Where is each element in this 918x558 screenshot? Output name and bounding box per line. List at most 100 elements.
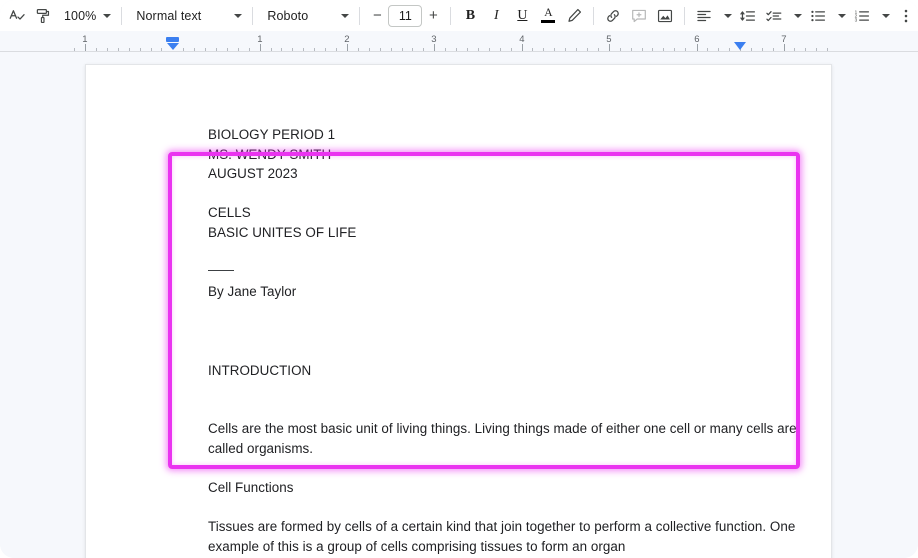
ruler-tick-minor (761, 48, 763, 51)
underline-button[interactable]: U (509, 3, 535, 28)
ruler-tick-minor (663, 48, 665, 51)
ruler-tick-major (784, 44, 785, 51)
insert-image-icon[interactable] (652, 3, 678, 28)
align-left-icon[interactable] (691, 3, 717, 28)
document-subtitle-line: BASIC UNITES OF LIFE (208, 224, 357, 240)
more-options-icon[interactable] (893, 3, 918, 28)
left-indent-handle[interactable] (166, 43, 179, 50)
ruler-tick-minor (707, 48, 708, 51)
document-canvas[interactable]: BIOLOGY PERIOD 1 MS. WENDY SMITH AUGUST … (0, 52, 918, 558)
ruler-tick-major (697, 44, 698, 51)
ruler-tick-minor (619, 48, 621, 51)
ruler-tick-minor (183, 48, 185, 51)
ruler-tick-minor (750, 48, 752, 51)
ruler-tick-minor (106, 48, 108, 51)
ruler-tick-minor (587, 48, 588, 51)
ruler-tick-minor (827, 48, 828, 51)
ruler-tick-minor (248, 48, 250, 51)
document-title-line: CELLS (208, 205, 251, 221)
section-heading-introduction: INTRODUCTION (208, 362, 312, 378)
ruler-tick-minor (565, 48, 567, 51)
document-body[interactable]: BIOLOGY PERIOD 1 MS. WENDY SMITH AUGUST … (208, 125, 808, 556)
numbered-list-icon[interactable]: 1 2 3 (849, 3, 875, 28)
ruler-tick-minor (510, 48, 512, 51)
bulleted-list-dropdown-arrow[interactable] (831, 3, 849, 28)
divider (252, 6, 254, 25)
font-size-input[interactable]: 11 (388, 4, 423, 27)
highlight-pen-icon[interactable] (561, 3, 587, 28)
ruler-tick-minor (652, 48, 654, 51)
chevron-down-icon (793, 13, 802, 18)
ruler-tick-minor (226, 48, 228, 51)
ruler-tick-major (347, 44, 348, 51)
left-indent-marker[interactable] (166, 37, 179, 50)
header-line: AUGUST 2023 (208, 166, 298, 182)
ruler-tick-minor (728, 48, 730, 51)
ruler-tick-minor (554, 48, 556, 51)
numbered-list-dropdown-arrow[interactable] (875, 3, 893, 28)
line-spacing-icon[interactable] (735, 3, 761, 28)
checklist-dropdown-arrow[interactable] (787, 3, 805, 28)
ruler-tick-minor (303, 48, 305, 51)
document-page[interactable]: BIOLOGY PERIOD 1 MS. WENDY SMITH AUGUST … (85, 64, 832, 558)
ruler-tick-minor (717, 48, 719, 51)
ruler-tick-minor (368, 48, 370, 51)
insert-link-icon[interactable] (600, 3, 626, 28)
ruler-tick-major (434, 44, 435, 51)
docs-editor-window: 100% Normal text Roboto − 11 + B I U A 1… (0, 0, 918, 558)
divider (593, 6, 595, 25)
toolbar: 100% Normal text Roboto − 11 + B I U A 1… (0, 0, 918, 31)
ruler-tick-minor (477, 48, 479, 51)
increase-font-size-button[interactable]: + (422, 5, 444, 27)
intro-paragraph: Cells are the most basic unit of living … (208, 421, 797, 456)
ruler-tick-major (609, 44, 610, 51)
ruler-tick-minor (95, 48, 97, 51)
ruler-tick-minor (543, 48, 545, 51)
bold-button[interactable]: B (457, 3, 483, 28)
ruler-tick-minor (630, 48, 632, 51)
ruler-tick-minor (150, 48, 152, 51)
ruler-tick-minor (336, 48, 337, 51)
ruler-tick-minor (456, 48, 457, 51)
divider (359, 6, 361, 25)
add-comment-icon (626, 3, 652, 28)
font-family-value: Roboto (267, 8, 309, 23)
ruler-tick-minor (423, 48, 425, 51)
decrease-font-size-button[interactable]: − (366, 5, 388, 27)
ruler-tick-major (522, 44, 523, 51)
bulleted-list-icon[interactable] (805, 3, 831, 28)
divider (684, 6, 686, 25)
ruler-tick-minor (139, 48, 141, 51)
first-line-indent-handle[interactable] (166, 37, 179, 42)
checklist-icon[interactable] (761, 3, 787, 28)
paragraph-style-selector[interactable]: Normal text (128, 3, 246, 28)
right-indent-marker[interactable] (734, 42, 746, 50)
ruler-tick-minor (532, 48, 534, 51)
font-family-selector[interactable]: Roboto (259, 3, 353, 28)
chevron-down-icon (837, 13, 846, 18)
ruler-tick-minor (794, 48, 796, 51)
paint-format-icon[interactable] (30, 3, 56, 28)
ruler-tick-minor (576, 48, 578, 51)
text-color-button[interactable]: A (535, 3, 561, 28)
ruler-tick-minor (685, 48, 687, 51)
align-dropdown-arrow[interactable] (717, 3, 735, 28)
ruler-tick-major (85, 44, 86, 51)
chevron-down-icon (341, 13, 350, 18)
chevron-down-icon (234, 13, 243, 18)
italic-button[interactable]: I (483, 3, 509, 28)
zoom-selector[interactable]: 100% (56, 3, 115, 28)
text-color-swatch (541, 19, 556, 24)
ruler[interactable]: 1 1 2 3 4 5 6 7 (0, 31, 918, 52)
chevron-down-icon (103, 13, 112, 18)
spellcheck-icon[interactable] (4, 3, 30, 28)
ruler-tick-minor (270, 48, 272, 51)
divider (450, 6, 452, 25)
ruler-tick-minor (74, 48, 76, 51)
zoom-value: 100% (64, 8, 97, 23)
